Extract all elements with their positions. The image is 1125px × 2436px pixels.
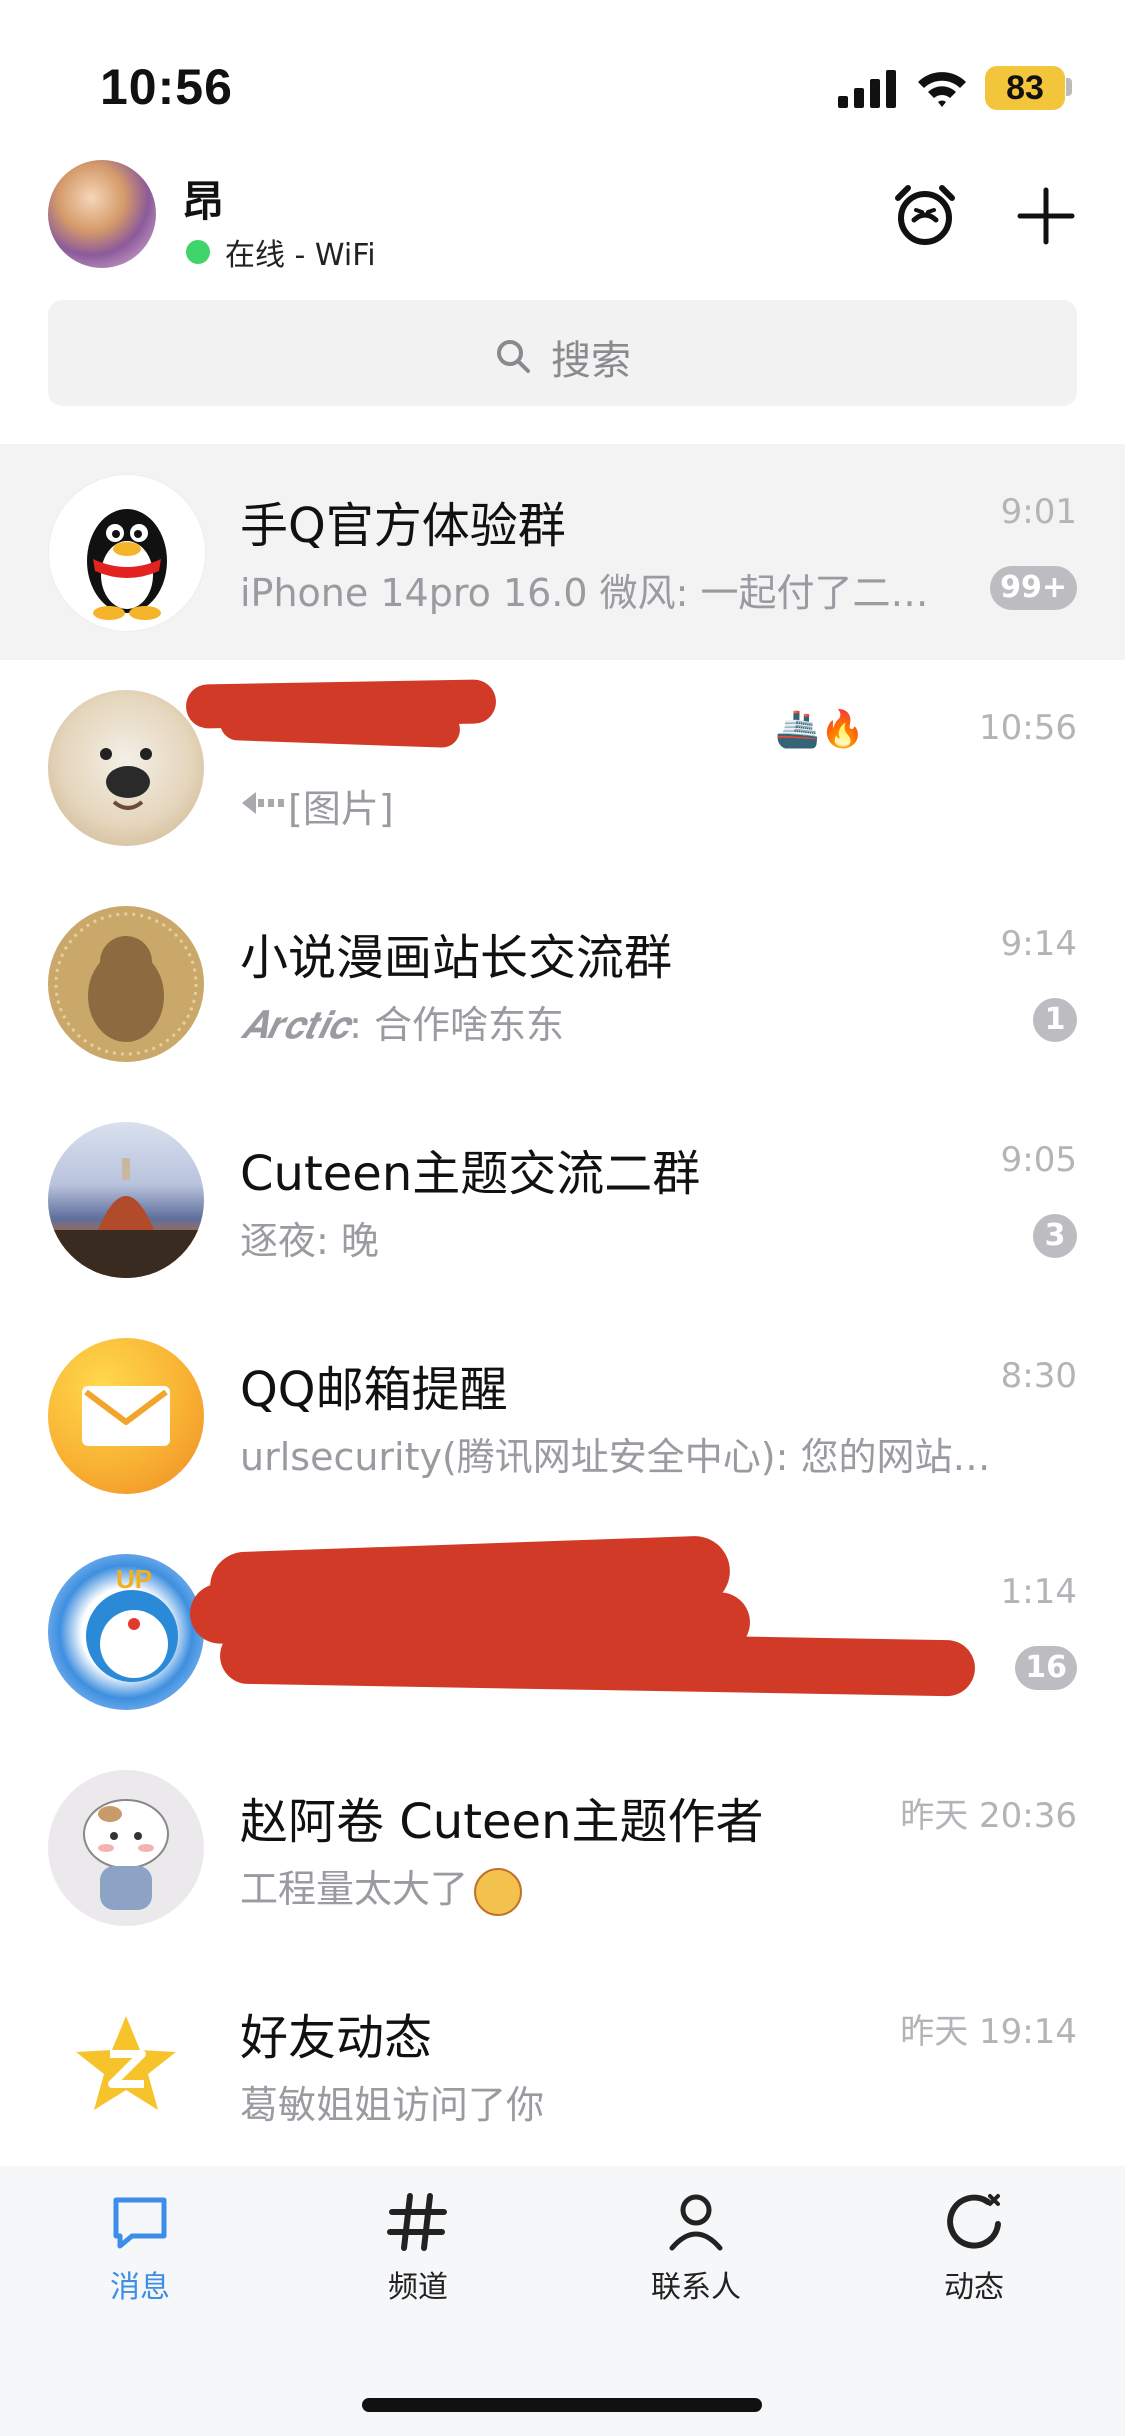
chat-preview: 逐夜: 晚 <box>240 1219 379 1263</box>
tab-contacts[interactable]: 联系人 <box>616 2190 776 2306</box>
unread-badge: 1 <box>1033 998 1077 1042</box>
tab-label: 联系人 <box>651 2270 741 2305</box>
chat-preview: urlsecurity(腾讯网址安全中心): 您的网站… <box>240 1435 991 1479</box>
chat-row[interactable]: 好友动态 葛敏姐姐访问了你 昨天 19:14 <box>0 1956 1125 2166</box>
chat-title: QQ邮箱提醒 <box>240 1362 508 1418</box>
penguin-icon <box>87 509 167 620</box>
battery-nub <box>1066 78 1072 96</box>
dog-avatar <box>48 690 204 846</box>
group-avatar <box>48 1122 204 1278</box>
chat-time: 8:30 <box>1000 1356 1077 1396</box>
message-bubble-icon <box>113 2197 167 2249</box>
tab-channels[interactable]: 频道 <box>338 2190 498 2306</box>
doraemon-icon: UP <box>86 1564 178 1682</box>
chat-time: 1:14 <box>1000 1572 1077 1612</box>
alarm-clock-icon[interactable] <box>890 180 960 250</box>
mail-avatar <box>48 1338 204 1494</box>
unread-badge: 99+ <box>990 566 1077 610</box>
group-avatar <box>48 474 206 632</box>
preview-text: 工程量太大了 <box>240 1867 469 1911</box>
chat-row[interactable]: QQ邮箱提醒 urlsecurity(腾讯网址安全中心): 您的网站… 8:30 <box>0 1308 1125 1524</box>
cat-icon <box>83 1799 169 1910</box>
chat-emoji-icons: 🚢🔥 <box>775 709 865 750</box>
chat-title: 赵阿卷 Cuteen主题作者 <box>240 1794 764 1850</box>
redaction-mark <box>219 703 461 749</box>
profile-name[interactable]: 昂 <box>182 168 224 229</box>
chat-preview: 𝑨𝒓𝒄𝒕𝒊𝒄: 合作啥东东 <box>240 994 564 1049</box>
feed-avatar <box>48 1986 204 2142</box>
chat-time: 9:05 <box>1000 1140 1077 1180</box>
svg-text:UP: UP <box>116 1564 152 1594</box>
redaction-mark <box>219 1627 976 1697</box>
tab-label: 消息 <box>110 2270 170 2305</box>
chat-row[interactable]: 赵阿卷 Cuteen主题作者 工程量太大了 昨天 20:36 <box>0 1740 1125 1956</box>
group-avatar <box>48 906 204 1062</box>
profile-avatar[interactable] <box>48 160 156 268</box>
cathedral-icon <box>48 1158 204 1278</box>
emoji-icon <box>474 1867 523 1916</box>
chat-title: 小说漫画站长交流群 <box>240 930 673 986</box>
envelope-icon <box>82 1386 170 1446</box>
search-placeholder: 搜索 <box>551 338 631 384</box>
reply-arrow-icon <box>242 792 284 814</box>
online-status-dot <box>186 240 210 264</box>
signal-icon <box>838 70 896 108</box>
chat-preview: iPhone 14pro 16.0 微风: 一起付了二… <box>240 571 929 615</box>
search-icon <box>497 340 530 373</box>
qzone-star-icon <box>76 2016 176 2110</box>
preview-text: : 合作啥东东 <box>349 1003 564 1047</box>
chat-time: 昨天 19:14 <box>900 2012 1077 2052</box>
tab-feed[interactable]: 动态 <box>894 2190 1054 2306</box>
tab-label: 频道 <box>388 2270 448 2305</box>
battery-indicator: 83 <box>985 66 1065 110</box>
chat-row[interactable]: 🚢🔥 10:56 [图片] <box>0 660 1125 876</box>
chat-time: 10:56 <box>979 708 1077 748</box>
hashtag-icon <box>387 2193 447 2251</box>
chat-row[interactable]: UP 1:14 16 <box>0 1524 1125 1740</box>
dog-icon <box>100 748 152 810</box>
tab-messages[interactable]: 消息 <box>60 2190 220 2306</box>
chat-row[interactable]: 手Q官方体验群 iPhone 14pro 16.0 微风: 一起付了二… 9:0… <box>0 444 1125 660</box>
chat-title: 手Q官方体验群 <box>240 498 566 554</box>
chat-title: Cuteen主题交流二群 <box>240 1146 701 1202</box>
unread-badge: 16 <box>1015 1646 1077 1690</box>
refresh-star-icon <box>947 2194 1001 2249</box>
chat-preview: 工程量太大了 <box>240 1858 523 1916</box>
penguin-silhouette-icon <box>54 912 198 1056</box>
chat-preview: 葛敏姐姐访问了你 <box>240 2083 545 2127</box>
add-icon[interactable] <box>1016 186 1076 246</box>
wifi-icon <box>918 72 966 107</box>
chat-row[interactable]: 小说漫画站长交流群 𝑨𝒓𝒄𝒕𝒊𝒄: 合作啥东东 9:14 1 <box>0 876 1125 1092</box>
chat-time: 9:14 <box>1000 924 1077 964</box>
chat-row[interactable]: Cuteen主题交流二群 逐夜: 晚 9:05 3 <box>0 1092 1125 1308</box>
user-avatar <box>48 1770 204 1926</box>
chat-time: 昨天 20:36 <box>900 1796 1077 1836</box>
home-indicator[interactable] <box>362 2398 762 2412</box>
preview-sender: 𝑨𝒓𝒄𝒕𝒊𝒄 <box>240 1003 350 1047</box>
doraemon-avatar: UP <box>48 1554 204 1710</box>
chat-title: 好友动态 <box>240 2010 433 2066</box>
chat-time: 9:01 <box>1000 492 1077 532</box>
online-status-text[interactable]: 在线 - WiFi <box>225 230 376 274</box>
person-icon <box>669 2194 723 2251</box>
tab-label: 动态 <box>944 2270 1004 2305</box>
unread-badge: 3 <box>1033 1214 1077 1258</box>
status-time: 10:56 <box>100 59 233 115</box>
chat-preview: [图片] <box>288 787 394 831</box>
